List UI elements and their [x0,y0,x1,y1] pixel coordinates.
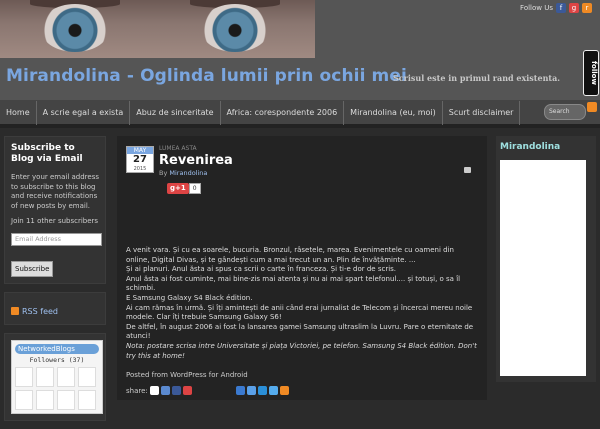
post-byline: By Mirandolina [159,169,207,177]
posted-from: Posted from WordPress for Android [126,371,248,379]
networkedblogs-logo[interactable]: NetworkedBlogs [15,343,99,354]
post-paragraph: Anul ăsta ai fost cuminte, mai bine-zis … [126,274,461,293]
follower-avatar[interactable] [57,366,75,387]
post-category[interactable]: LUMEA ASTA [159,145,197,152]
email-icon[interactable] [279,386,289,395]
stumbleupon-icon[interactable] [246,386,256,395]
left-sidebar: Subscribe to Blog via Email Enter your e… [4,136,106,429]
followers-grid [15,366,99,410]
follow-tab[interactable]: follow [583,50,599,96]
right-widget-title: Mirandolina [500,142,561,152]
subscribe-button[interactable]: Subscribe [11,260,54,277]
google-plus-icon[interactable] [182,386,192,395]
post-month: MAY [127,147,153,154]
nav-a-scrie[interactable]: A scrie egal a exista [37,101,131,125]
eye-right [200,4,270,52]
post-paragraph: Ai cam rămas în urmă. Și îți amintești d… [126,303,473,322]
delicious-icon[interactable] [149,386,159,395]
post-area: MAY 27 2015 LUMEA ASTA Revenirea By Mira… [117,136,487,400]
follower-avatar[interactable] [15,366,33,387]
site-title[interactable]: Mirandolina - Oglinda lumii prin ochii m… [6,66,407,86]
nav-disclaimer[interactable]: Scurt disclaimer [443,101,521,125]
twitter-icon[interactable] [268,386,278,395]
post-content: A venit vara. Și cu ea soarele, bucuria.… [126,246,478,361]
header-image [0,0,315,58]
rss-label: RSS feed [22,306,58,316]
facebook-icon[interactable] [171,386,181,395]
byline-prefix: By [159,169,168,177]
rss-widget: RSS feed [4,291,106,325]
post-paragraph: Și ai planuri. Anul ăsta ai spus ca scri… [126,265,397,274]
post-author[interactable]: Mirandolina [169,169,207,177]
nav-abuz[interactable]: Abuz de sinceritate [130,101,221,125]
right-sidebar: Mirandolina [496,136,596,382]
email-field[interactable]: Email Address [11,232,102,246]
myspace-icon[interactable] [235,386,245,395]
follower-avatar[interactable] [36,366,54,387]
rss-icon[interactable]: r [582,3,592,13]
post-paragraph: De altfel, în august 2006 ai fost la lan… [126,322,474,341]
eye-left [40,4,110,52]
post-day: 27 [133,154,147,165]
digg-icon[interactable] [160,386,170,395]
share-label: share: [126,386,148,395]
gplus-count: 0 [188,183,201,194]
comment-icon[interactable] [464,167,471,173]
facebook-icon[interactable]: f [556,3,566,13]
rss-feed-link[interactable]: RSS feed [11,306,58,316]
nav-home[interactable]: Home [0,101,37,125]
post-note: Nota: postare scrisa intre Universitate … [126,341,477,360]
subscriber-count: Join 11 other subscribers [11,217,99,225]
rss-icon[interactable] [587,102,597,112]
networkedblogs-widget: NetworkedBlogs Followers (37) [4,332,106,421]
technorati-icon[interactable] [257,386,267,395]
post-paragraph: A venit vara. Și cu ea soarele, bucuria.… [126,246,454,264]
search-input[interactable]: Search [544,104,586,120]
subscribe-text: Enter your email address to subscribe to… [11,173,100,210]
rss-icon [11,306,19,315]
right-widget-box [500,160,586,376]
main-nav: Home A scrie egal a exista Abuz de sinceri… [0,100,600,128]
networkedblogs-panel: NetworkedBlogs Followers (37) [11,339,103,414]
share-bar: share: [126,386,289,395]
follow-us-label: Follow Us [520,4,553,12]
follow-us: Follow Us f g r [520,3,592,13]
subscribe-title: Subscribe to Blog via Email [11,143,83,164]
subscribe-widget: Subscribe to Blog via Email Enter your e… [4,136,106,284]
gplus-button[interactable]: g+1 [167,183,189,194]
followers-count: Followers (37) [29,355,85,364]
post-date: MAY 27 2015 [126,146,154,173]
site-tagline: Scrisul este in primul rand existenta. [393,73,561,83]
google-plus-icon[interactable]: g [569,3,579,13]
post-title[interactable]: Revenirea [159,153,233,168]
site-header: Follow Us f g r Mirandolina - Oglinda lu… [0,0,600,100]
nav-mirandolina[interactable]: Mirandolina (eu, moi) [344,101,443,125]
gplus-widget: g+1 0 [167,183,201,194]
follower-avatar[interactable] [78,366,96,387]
post-paragraph: E Samsung Galaxy S4 Black édition. [126,293,253,302]
post-year: 2015 [133,166,147,172]
nav-africa[interactable]: Africa: corespondente 2006 [221,101,345,125]
